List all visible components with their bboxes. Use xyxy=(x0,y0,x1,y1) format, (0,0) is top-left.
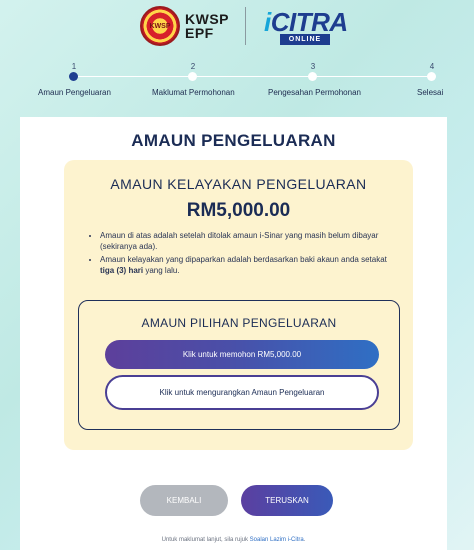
epf-label: EPF xyxy=(185,25,214,41)
step-1-label: Amaun Pengeluaran xyxy=(38,88,111,97)
footer-end: . xyxy=(303,537,306,543)
step-1-dot xyxy=(69,72,78,81)
step-3-number: 3 xyxy=(310,62,316,71)
step-4-label: Selesai xyxy=(417,88,444,97)
eligibility-panel: AMAUN KELAYAKAN PENGELUARAN RM5,000.00 A… xyxy=(64,160,413,450)
withdrawal-card: AMAUN PENGELUARAN AMAUN KELAYAKAN PENGEL… xyxy=(20,117,447,550)
note-2-bold: tiga (3) hari xyxy=(100,266,144,275)
stepper-track xyxy=(74,76,432,77)
faq-link[interactable]: Soalan Lazim i-Citra xyxy=(250,537,304,543)
withdrawal-choice-panel: AMAUN PILIHAN PENGELUARAN Klik untuk mem… xyxy=(78,300,400,430)
back-button[interactable]: KEMBALI xyxy=(140,485,228,516)
step-2-label: Maklumat Permohonan xyxy=(152,88,235,97)
header: KWSP KWSP EPF iCITRA ONLINE xyxy=(0,0,474,52)
kwsp-wordmark: KWSP EPF xyxy=(185,12,229,40)
step-4-dot xyxy=(427,72,436,81)
step-3-dot xyxy=(308,72,317,81)
note-2-text-end: yang lalu. xyxy=(143,266,180,275)
kwsp-logo: KWSP KWSP EPF xyxy=(140,6,229,46)
eligibility-note-2: Amaun kelayakan yang dipaparkan adalah b… xyxy=(100,254,400,276)
kwsp-emblem-text: KWSP xyxy=(149,22,171,30)
kwsp-label: KWSP xyxy=(185,11,229,27)
apply-full-amount-button[interactable]: Klik untuk memohon RM5,000.00 xyxy=(105,340,379,369)
step-4-number: 4 xyxy=(429,62,435,71)
step-2-dot xyxy=(188,72,197,81)
progress-stepper: 1 Amaun Pengeluaran 2 Maklumat Permohona… xyxy=(0,62,474,102)
eligibility-title: AMAUN KELAYAKAN PENGELUARAN xyxy=(110,176,367,192)
eligibility-note-1: Amaun di atas adalah setelah ditolak ama… xyxy=(100,230,400,252)
icitra-logo: iCITRA ONLINE xyxy=(260,6,348,46)
icitra-online-tag: ONLINE xyxy=(280,34,330,45)
eligibility-notes: Amaun di atas adalah setelah ditolak ama… xyxy=(100,230,400,278)
footer-note: Untuk maklumat lanjut, sila rujuk Soalan… xyxy=(20,537,447,543)
reduce-amount-button[interactable]: Klik untuk mengurangkan Amaun Pengeluara… xyxy=(105,375,379,410)
page-title: AMAUN PENGELUARAN xyxy=(131,131,336,150)
step-2-number: 2 xyxy=(190,62,196,71)
logo-divider xyxy=(245,7,246,45)
eligibility-amount: RM5,000.00 xyxy=(186,200,291,221)
footer-text: Untuk maklumat lanjut, sila rujuk xyxy=(161,537,250,543)
step-1-number: 1 xyxy=(71,62,77,71)
choice-title: AMAUN PILIHAN PENGELUARAN xyxy=(141,316,337,330)
icitra-i: i xyxy=(264,7,271,37)
note-2-text-start: Amaun kelayakan yang dipaparkan adalah b… xyxy=(100,255,387,264)
continue-button[interactable]: TERUSKAN xyxy=(241,485,333,516)
icitra-citra: CITRA xyxy=(270,7,348,37)
step-3-label: Pengesahan Permohonan xyxy=(268,88,361,97)
kwsp-emblem-icon: KWSP xyxy=(140,6,180,46)
